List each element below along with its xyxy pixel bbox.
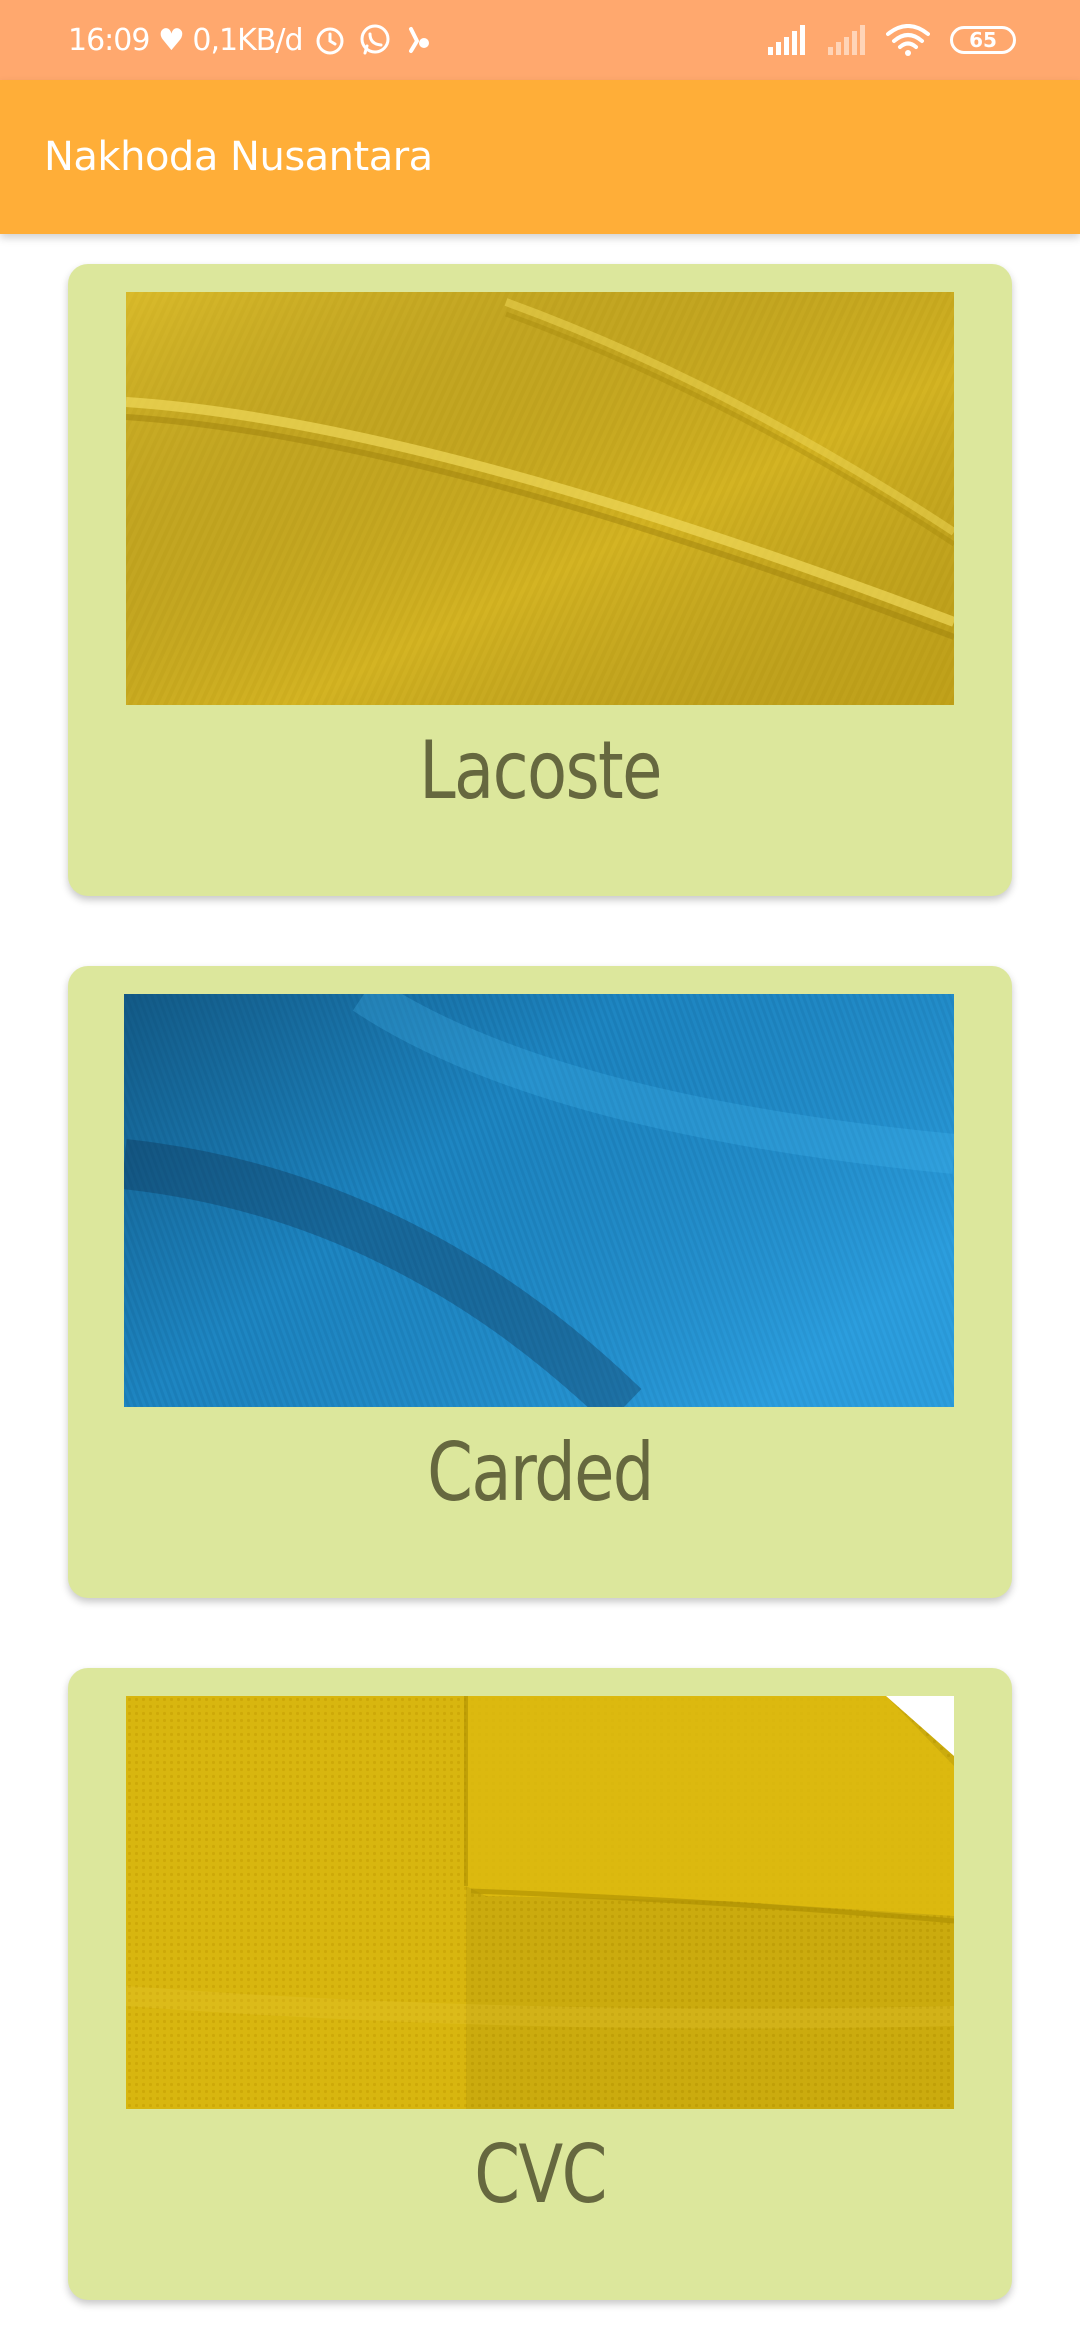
fabric-card-carded[interactable]: Carded xyxy=(68,966,1012,1598)
app-bar: Nakhoda Nusantara xyxy=(0,80,1080,234)
fabric-label: CVC xyxy=(474,2128,607,2221)
status-time-speed: 16:09 ♥ 0,1KB/d xyxy=(68,22,304,58)
fabric-card-cvc[interactable]: CVC xyxy=(68,1668,1012,2300)
signal-weak-icon xyxy=(826,25,866,55)
blue-fabric-image xyxy=(124,994,954,1407)
fabric-list[interactable]: Lacoste Carded CVC xyxy=(0,234,1080,2340)
fabric-label: Lacoste xyxy=(419,724,662,817)
fabric-card-lacoste[interactable]: Lacoste xyxy=(68,264,1012,896)
signal-icon xyxy=(766,25,806,55)
fabric-label: Carded xyxy=(427,1426,654,1519)
whatsapp-icon xyxy=(357,22,393,58)
yellow-fabric-folded-image xyxy=(126,1696,954,2109)
yellow-fabric-image xyxy=(126,292,954,705)
wifi-icon xyxy=(886,24,930,56)
status-left: 16:09 ♥ 0,1KB/d xyxy=(68,0,433,80)
status-right: 65 xyxy=(766,0,1016,80)
notification-icon xyxy=(403,23,433,57)
app-title: Nakhoda Nusantara xyxy=(44,134,433,180)
battery-level: 65 xyxy=(969,28,997,52)
battery-icon: 65 xyxy=(950,26,1016,54)
status-bar: 16:09 ♥ 0,1KB/d 65 xyxy=(0,0,1080,80)
alarm-icon xyxy=(313,23,347,57)
